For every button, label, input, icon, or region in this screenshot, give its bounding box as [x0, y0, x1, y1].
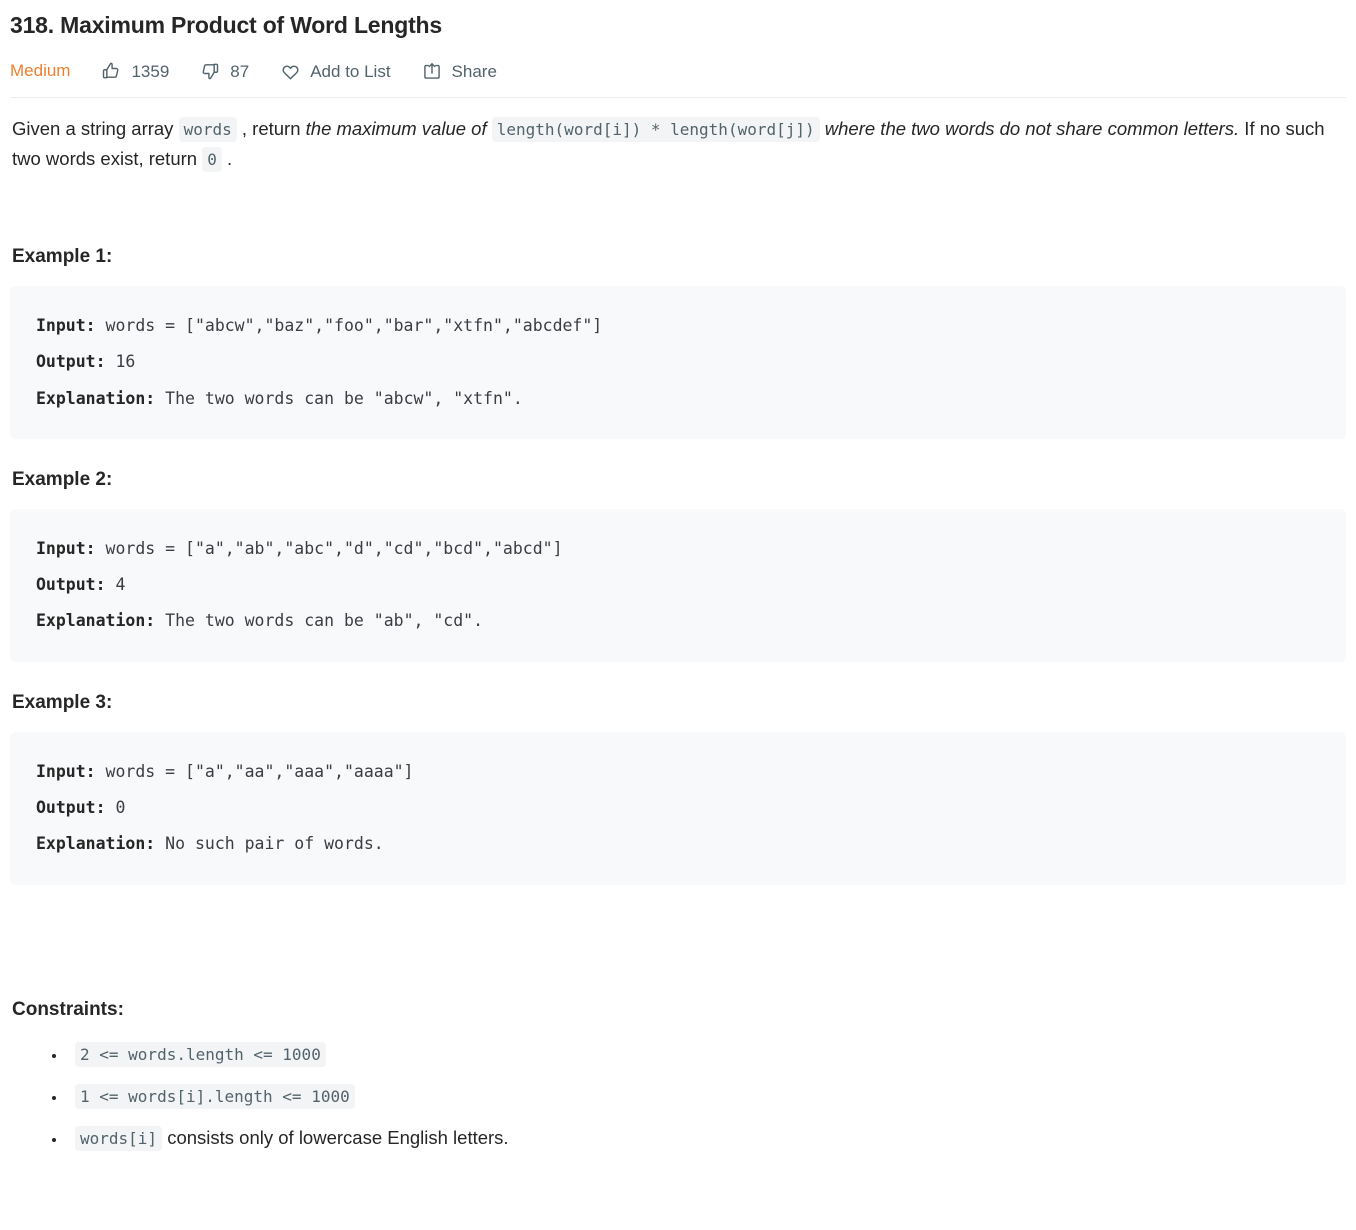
example-1-input-value: words = ["abcw","baz","foo","bar","xtfn"…: [95, 315, 603, 335]
page-title: 318. Maximum Product of Word Lengths: [10, 12, 442, 38]
example-2-heading: Example 2:: [12, 468, 113, 490]
statement-text-1: Given a string array: [12, 118, 179, 140]
constraints-heading: Constraints:: [12, 998, 124, 1020]
list-item: words[i] consists only of lowercase Engl…: [67, 1123, 1346, 1153]
example-2-output-value: 4: [105, 575, 126, 595]
example-2-input-value: words = ["a","ab","abc","d","cd","bcd","…: [95, 538, 563, 558]
example-1-codeblock: Input: words = ["abcw","baz","foo","bar"…: [10, 285, 1346, 439]
example-3-codeblock: Input: words = ["a","aa","aaa","aaaa"] O…: [10, 731, 1346, 885]
heart-icon: [279, 60, 301, 82]
constraint-code-2: 1 <= words[i].length <= 1000: [75, 1083, 355, 1109]
example-2-input-label: Input:: [36, 538, 96, 558]
example-2-section: Example 2: Input: words = ["a","ab","abc…: [10, 469, 1346, 662]
like-button[interactable]: 1359: [100, 60, 169, 82]
example-1-input-label: Input:: [36, 315, 96, 335]
add-to-list-button[interactable]: Add to List: [279, 60, 391, 82]
example-1-section: Example 1: Input: words = ["abcw","baz",…: [10, 246, 1346, 439]
difficulty-badge[interactable]: Medium: [10, 61, 70, 81]
example-1-heading: Example 1:: [12, 245, 113, 267]
example-3-output-value: 0: [105, 798, 126, 818]
constraint-text-3: consists only of lowercase English lette…: [162, 1126, 509, 1148]
example-3-explanation-label: Explanation:: [36, 834, 156, 854]
example-1-output-label: Output:: [36, 352, 106, 372]
example-1-explanation-label: Explanation:: [36, 388, 156, 408]
dislike-count: 87: [230, 61, 250, 81]
inline-code-length-expr: length(word[i]) * length(word[j]): [491, 117, 820, 143]
problem-statement: Given a string array words , return the …: [10, 98, 1346, 174]
thumbs-down-icon: [199, 60, 221, 82]
constraints-section: Constraints: 2 <= words.length <= 1000 1…: [10, 999, 1346, 1153]
list-item: 1 <= words[i].length <= 1000: [67, 1081, 1346, 1111]
constraint-code-1: 2 <= words.length <= 1000: [75, 1041, 326, 1067]
statement-em-2: where the two words do not share common …: [819, 118, 1240, 140]
statement-em-1: the maximum value of: [305, 118, 492, 140]
example-2-explanation-value: The two words can be "ab", "cd".: [155, 611, 484, 631]
like-count: 1359: [131, 61, 170, 81]
share-button[interactable]: Share: [421, 60, 497, 82]
problem-meta-row: Medium 1359 87 Add to List Share: [10, 49, 1346, 93]
list-item: 2 <= words.length <= 1000: [67, 1039, 1346, 1069]
inline-code-zero: 0: [202, 147, 222, 173]
statement-text-4: .: [221, 148, 233, 170]
example-3-input-value: words = ["a","aa","aaa","aaaa"]: [95, 761, 414, 781]
example-3-heading: Example 3:: [12, 691, 113, 713]
share-box-icon: [421, 60, 443, 82]
example-3-section: Example 3: Input: words = ["a","aa","aaa…: [10, 692, 1346, 885]
example-1-output-value: 16: [105, 352, 136, 372]
example-2-explanation-label: Explanation:: [36, 611, 156, 631]
example-3-output-label: Output:: [36, 798, 106, 818]
example-3-explanation-value: No such pair of words.: [155, 834, 384, 854]
example-2-output-label: Output:: [36, 575, 106, 595]
share-label: Share: [451, 61, 497, 81]
add-to-list-label: Add to List: [310, 61, 391, 81]
example-2-codeblock: Input: words = ["a","ab","abc","d","cd",…: [10, 508, 1346, 662]
example-1-explanation-value: The two words can be "abcw", "xtfn".: [155, 388, 523, 408]
statement-text-2: , return: [236, 118, 306, 140]
inline-code-words: words: [178, 117, 237, 143]
dislike-button[interactable]: 87: [199, 60, 249, 82]
constraints-list: 2 <= words.length <= 1000 1 <= words[i].…: [10, 1039, 1346, 1153]
constraint-code-3: words[i]: [75, 1125, 163, 1151]
problem-description-pane: 318. Maximum Product of Word Lengths Med…: [0, 0, 1356, 1153]
example-3-input-label: Input:: [36, 761, 96, 781]
thumbs-up-icon: [100, 60, 122, 82]
